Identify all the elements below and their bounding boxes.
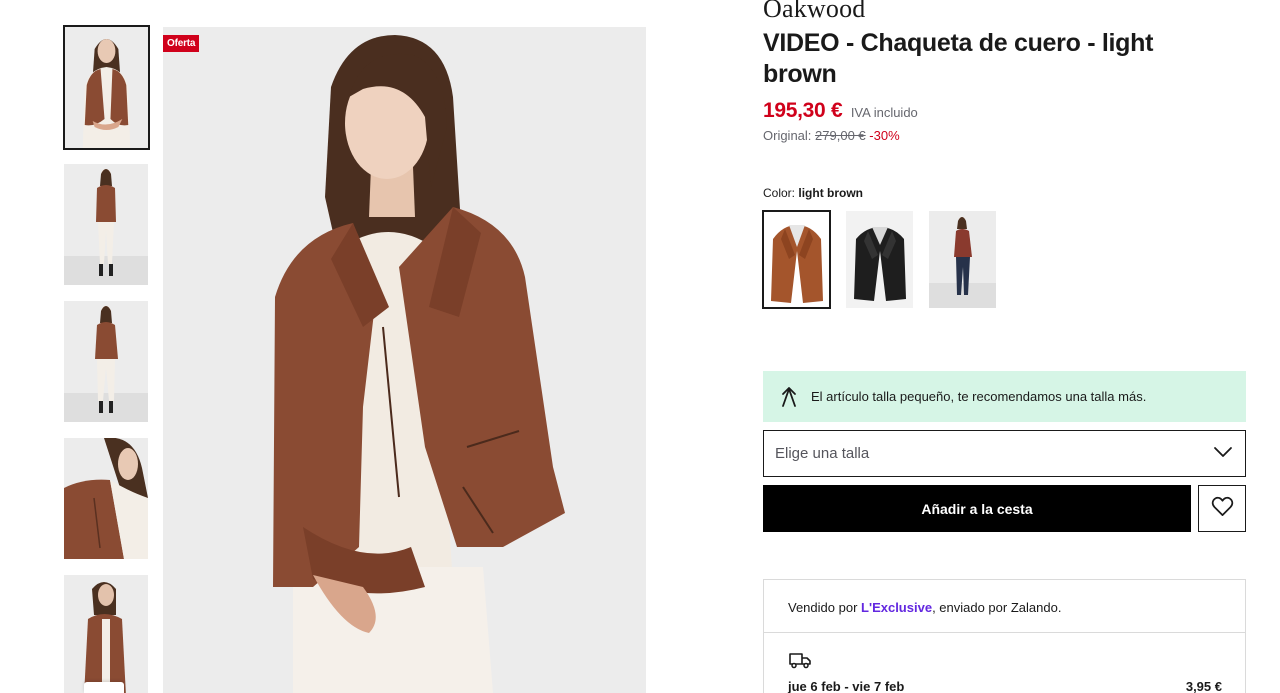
size-fit-note: El artículo talla pequeño, te recomendam… [763, 371, 1246, 422]
original-price: 279,00 € [815, 128, 866, 143]
heart-icon [1211, 496, 1234, 522]
color-swatch-black[interactable] [846, 211, 913, 308]
main-product-image[interactable]: Oferta [163, 27, 646, 693]
seller-delivery-box: Vendido por L'Exclusive, enviado por Zal… [763, 579, 1246, 693]
selected-color: light brown [798, 186, 864, 200]
seller-link[interactable]: L'Exclusive [861, 600, 932, 615]
price-row: 195,30 € IVA incluido [763, 99, 918, 123]
original-price-row: Original: 279,00 € -30% [763, 128, 900, 143]
seller-suffix: , enviado por Zalando. [932, 600, 1062, 615]
current-price: 195,30 € [763, 99, 843, 122]
thumbnail-1[interactable] [63, 25, 150, 150]
color-swatches [762, 210, 996, 309]
brand-name[interactable]: Oakwood [763, 0, 866, 24]
color-swatch-model-view[interactable] [929, 211, 996, 308]
divider [764, 632, 1245, 633]
color-swatch-light-brown[interactable] [762, 210, 831, 309]
color-label-row: Color: light brown [763, 186, 863, 200]
seller-info: Vendido por L'Exclusive, enviado por Zal… [788, 600, 1061, 615]
add-to-cart-button[interactable]: Añadir a la cesta [763, 485, 1191, 532]
scroll-thumbnails-button[interactable] [84, 682, 124, 693]
size-fit-text: El artículo talla pequeño, te recomendam… [811, 389, 1147, 404]
seller-prefix: Vendido por [788, 600, 858, 615]
offer-badge: Oferta [163, 35, 200, 52]
thumbnail-4[interactable] [64, 438, 148, 559]
size-arrows-icon [779, 386, 799, 408]
size-select[interactable]: Elige una talla [763, 430, 1246, 477]
thumbnail-5[interactable] [64, 575, 148, 693]
wishlist-button[interactable] [1198, 485, 1246, 532]
product-title: VIDEO - Chaqueta de cuero - light brown [763, 29, 1154, 88]
delivery-cost: 3,95 € [1185, 679, 1222, 693]
chevron-down-icon [1213, 445, 1233, 462]
thumbnail-gallery [63, 25, 150, 693]
thumbnail-2[interactable] [64, 164, 148, 285]
vat-note: IVA incluido [850, 105, 918, 120]
original-label: Original: [763, 128, 812, 143]
model-photo [163, 27, 646, 693]
color-label: Color: [763, 186, 796, 200]
truck-icon [788, 651, 812, 669]
thumbnail-3[interactable] [64, 301, 148, 422]
size-select-placeholder: Elige una talla [775, 445, 870, 462]
delivery-dates: jue 6 feb - vie 7 feb [788, 679, 905, 693]
discount-percent: -30% [869, 128, 900, 143]
